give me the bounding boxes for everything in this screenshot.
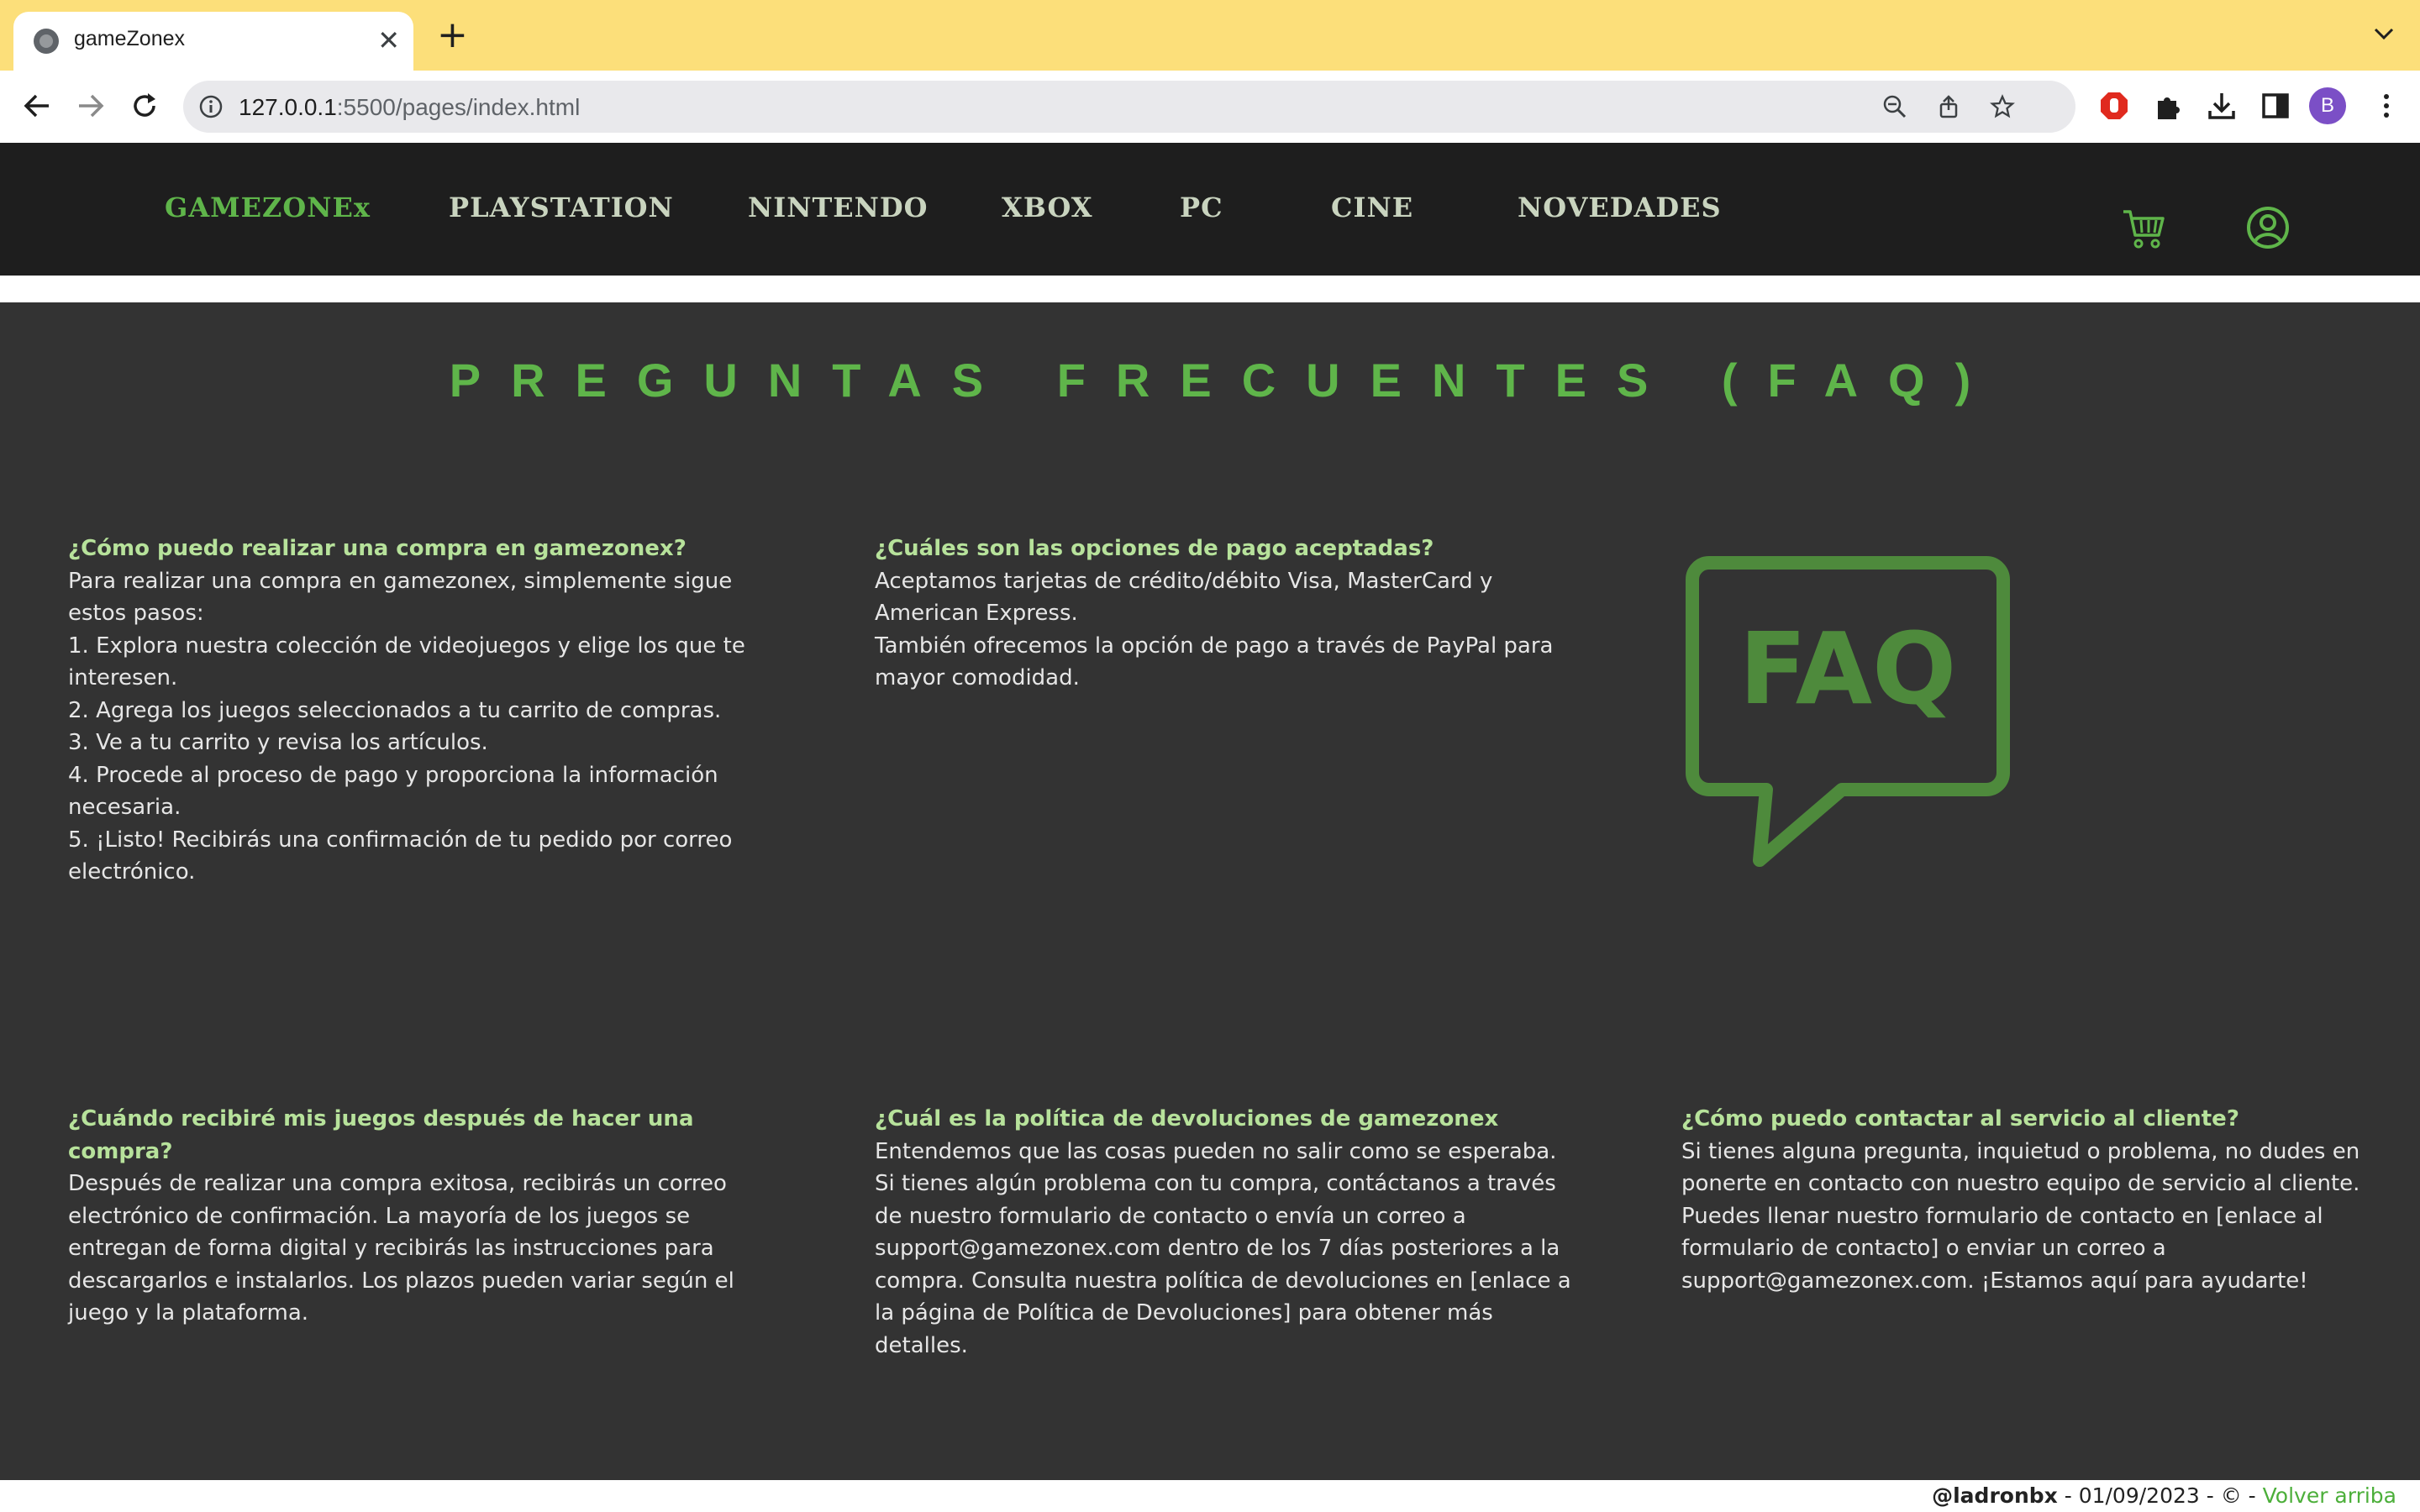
footer-author: @ladronbx [1932, 1483, 2058, 1508]
profile-avatar[interactable]: B [2309, 87, 2346, 124]
back-arrow-icon[interactable] [20, 89, 54, 123]
extensions-puzzle-icon[interactable] [2151, 89, 2185, 123]
reload-icon[interactable] [128, 89, 161, 123]
faq-question: ¿Cómo puedo realizar una compra en gamez… [68, 536, 687, 561]
faq-item-payment: ¿Cuáles son las opciones de pago aceptad… [875, 533, 1572, 695]
faq-item-contact: ¿Cómo puedo contactar al servicio al cli… [1681, 1103, 2379, 1297]
browser-toolbar: 127.0.0.1:5500/pages/index.html B [0, 71, 2420, 141]
nav-link-novedades[interactable]: NOVEDADES [1518, 192, 1722, 223]
nav-link-pc[interactable]: PC [1180, 192, 1223, 223]
nav-link-cine[interactable]: CINE [1331, 192, 1413, 223]
zoom-out-icon[interactable] [1882, 94, 1907, 119]
page-footer: @ladronbx - 01/09/2023 - © - Volver arri… [0, 1480, 2420, 1512]
browser-menu-icon[interactable] [2370, 89, 2403, 123]
shopping-cart-icon[interactable] [2121, 207, 2166, 250]
share-icon[interactable] [1936, 94, 1961, 119]
download-icon[interactable] [2205, 89, 2238, 123]
nav-link-playstation[interactable]: PLAYSTATION [449, 192, 674, 223]
faq-answer: Si tienes alguna pregunta, inquietud o p… [1681, 1138, 2360, 1294]
faq-answer: Entendemos que las cosas pueden no salir… [875, 1138, 1571, 1358]
url-host: 127.0.0.1 [239, 94, 337, 120]
side-panel-icon[interactable] [2259, 89, 2292, 123]
faq-section: PREGUNTAS FRECUENTES (FAQ) ¿Cómo puedo r… [0, 302, 2420, 1480]
faq-question: ¿Cuándo recibiré mis juegos después de h… [68, 1106, 694, 1164]
nav-link-nintendo[interactable]: NINTENDO [748, 192, 929, 223]
faq-speech-bubble-icon: FAQ [1686, 556, 2010, 867]
forward-arrow-icon[interactable] [74, 89, 108, 123]
brand-logo-link[interactable]: GAMEZONEx [165, 192, 371, 223]
faq-question: ¿Cuáles son las opciones de pago aceptad… [875, 536, 1434, 561]
nav-link-xbox[interactable]: XBOX [1002, 192, 1093, 223]
globe-icon [34, 29, 59, 54]
faq-illustration-label: FAQ [1739, 611, 1957, 727]
site-info-icon[interactable] [198, 94, 224, 119]
faq-item-delivery: ¿Cuándo recibiré mis juegos después de h… [68, 1103, 765, 1330]
faq-question: ¿Cuál es la política de devoluciones de … [875, 1106, 1499, 1131]
faq-answer: Aceptamos tarjetas de crédito/débito Vis… [875, 568, 1554, 691]
url-path: :5500/pages/index.html [336, 94, 581, 120]
back-to-top-link[interactable]: Volver arriba [2263, 1483, 2396, 1508]
close-tab-icon[interactable]: ✕ [377, 24, 400, 57]
tab-search-chevron-icon[interactable] [2373, 25, 2395, 42]
faq-answer: Para realizar una compra en gamezonex, s… [68, 568, 745, 885]
tab-title: gameZonex [74, 27, 186, 50]
browser-tab[interactable]: gameZonex ✕ [13, 12, 413, 71]
user-account-icon[interactable] [2245, 205, 2291, 250]
faq-item-purchase: ¿Cómo puedo realizar una compra en gamez… [68, 533, 765, 889]
adblock-extension-icon[interactable] [2097, 89, 2131, 123]
footer-line: @ladronbx - 01/09/2023 - © - Volver arri… [1932, 1483, 2396, 1508]
footer-date-copyright: - 01/09/2023 - © - [2057, 1483, 2263, 1508]
browser-tab-bar: gameZonex ✕ + [0, 0, 2420, 71]
bookmark-star-icon[interactable] [1990, 94, 2015, 119]
site-header: GAMEZONEx PLAYSTATION NINTENDO XBOX PC C… [0, 143, 2420, 276]
url-text: 127.0.0.1:5500/pages/index.html [239, 94, 580, 121]
faq-answer: Después de realizar una compra exitosa, … [68, 1171, 734, 1326]
faq-item-returns: ¿Cuál es la política de devoluciones de … [875, 1103, 1572, 1362]
address-bar[interactable]: 127.0.0.1:5500/pages/index.html [183, 81, 2075, 133]
faq-title: PREGUNTAS FRECUENTES (FAQ) [449, 354, 2002, 407]
new-tab-button[interactable]: + [437, 17, 468, 54]
faq-question: ¿Cómo puedo contactar al servicio al cli… [1681, 1106, 2239, 1131]
